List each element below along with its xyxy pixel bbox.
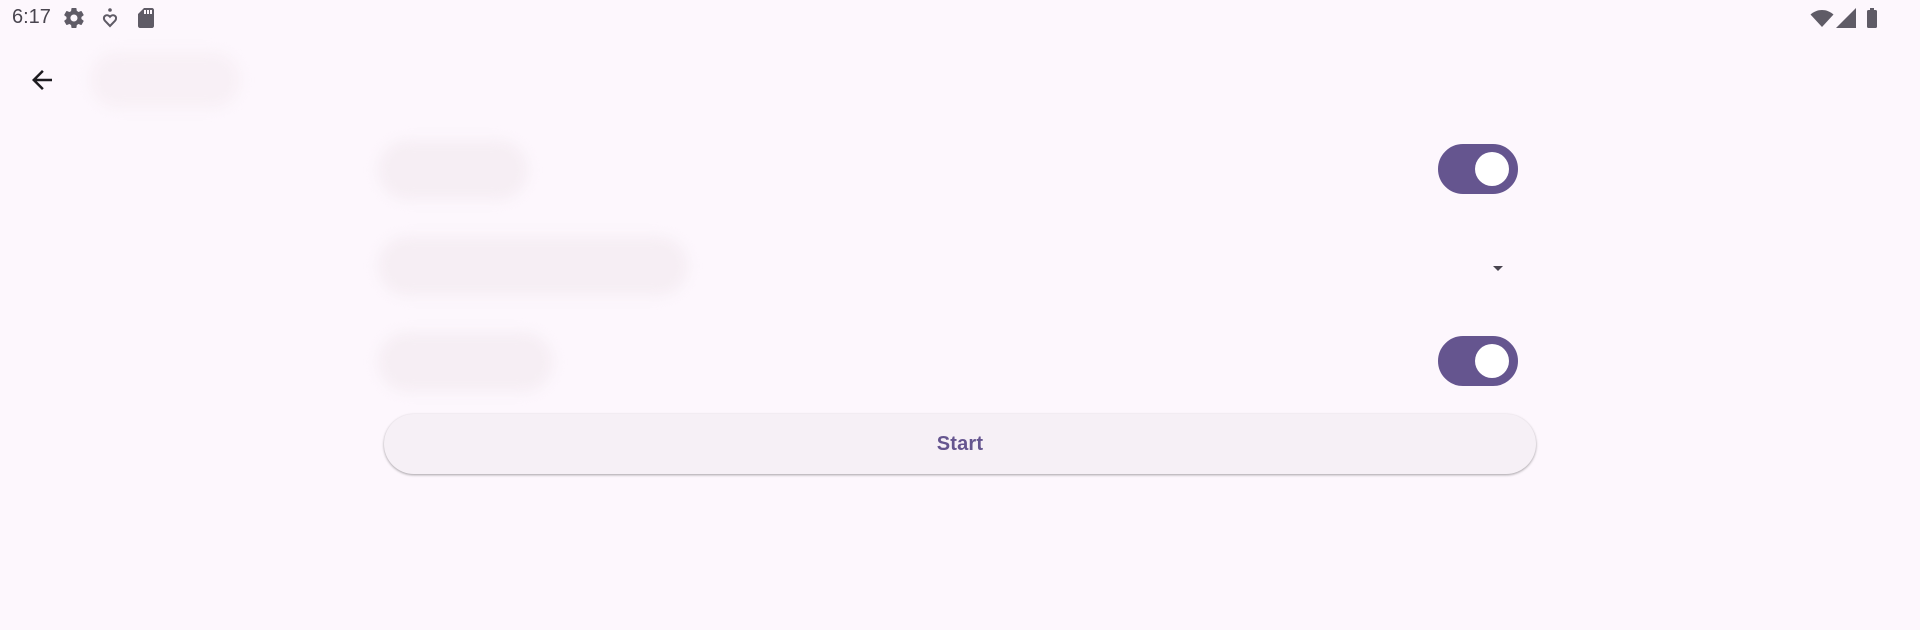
battery-icon xyxy=(1860,6,1884,30)
dropdown-arrow-icon[interactable] xyxy=(1486,256,1510,280)
app-bar xyxy=(0,40,1920,116)
status-time: 6:17 xyxy=(12,6,51,28)
setting-label xyxy=(378,140,528,200)
page-title xyxy=(90,52,240,108)
toggle-switch-1[interactable] xyxy=(1438,144,1518,194)
status-bar: 6:17 xyxy=(0,0,1920,36)
switch-thumb xyxy=(1475,344,1509,378)
wifi-icon xyxy=(1810,6,1834,30)
setting-row-2[interactable] xyxy=(370,226,1530,306)
cellular-signal-icon xyxy=(1834,6,1858,30)
setting-row-1 xyxy=(370,130,1530,210)
settings-gear-icon xyxy=(62,6,86,30)
back-button[interactable] xyxy=(18,56,66,104)
start-button-label: Start xyxy=(936,432,984,455)
start-button[interactable]: Start xyxy=(384,414,1536,474)
setting-row-3 xyxy=(370,322,1530,402)
toggle-switch-2[interactable] xyxy=(1438,336,1518,386)
setting-label xyxy=(378,332,553,392)
switch-thumb xyxy=(1475,152,1509,186)
sd-card-icon xyxy=(134,6,158,30)
screen: 6:17 Start xyxy=(0,0,1920,630)
arrow-back-icon xyxy=(32,70,52,90)
dropdown-label xyxy=(378,236,688,296)
location-heart-icon xyxy=(98,6,122,30)
